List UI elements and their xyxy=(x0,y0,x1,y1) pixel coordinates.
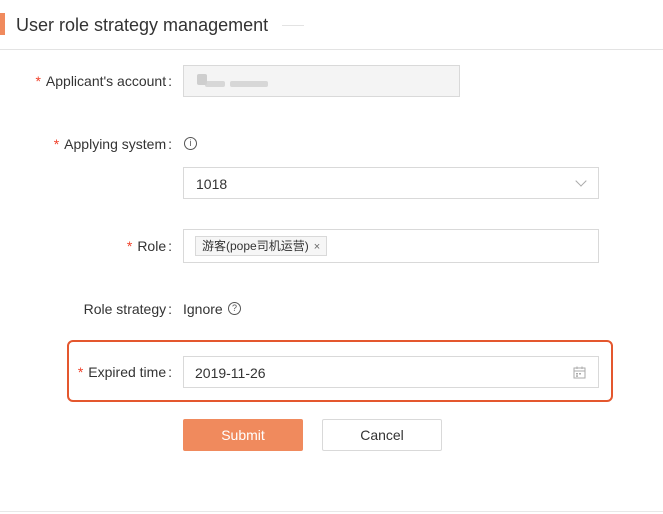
required-star: * xyxy=(35,73,41,89)
submit-button[interactable]: Submit xyxy=(183,419,303,451)
role-select[interactable]: 游客(pope司机运营) × xyxy=(183,229,599,263)
expired-time-label: * Expired time: xyxy=(77,364,172,380)
expired-time-value: 2019-11-26 xyxy=(195,365,266,381)
applying-system-label: * Applying system: xyxy=(53,136,172,152)
applying-system-select[interactable]: 1018 xyxy=(183,167,599,199)
required-star: * xyxy=(126,238,133,254)
masked-text xyxy=(230,81,268,87)
required-star: * xyxy=(53,136,60,152)
header-divider xyxy=(0,49,663,50)
title-accent-bar xyxy=(0,13,5,35)
applicant-account-label: * Applicant's account: xyxy=(35,73,172,89)
question-circle-icon[interactable]: ? xyxy=(228,302,241,315)
page-title: User role strategy management xyxy=(16,15,269,35)
applying-system-value: 1018 xyxy=(196,176,228,192)
expired-time-datepicker[interactable]: 2019-11-26 xyxy=(183,356,599,388)
role-tag: 游客(pope司机运营) × xyxy=(195,236,328,256)
masked-text xyxy=(205,81,225,87)
role-tag-label: 游客(pope司机运营) xyxy=(202,239,309,253)
footer-divider xyxy=(0,511,663,512)
applicant-account-field[interactable] xyxy=(183,65,460,97)
info-circle-icon[interactable]: i xyxy=(184,137,197,150)
calendar-icon[interactable] xyxy=(573,366,586,379)
role-label: * Role: xyxy=(126,238,172,254)
role-strategy-label: Role strategy: xyxy=(83,301,172,317)
chevron-down-icon xyxy=(575,175,587,187)
required-star: * xyxy=(77,364,84,380)
close-icon[interactable]: × xyxy=(314,241,320,253)
cancel-button[interactable]: Cancel xyxy=(322,419,442,451)
role-strategy-value: Ignore xyxy=(183,301,223,317)
title-divider xyxy=(282,25,304,26)
